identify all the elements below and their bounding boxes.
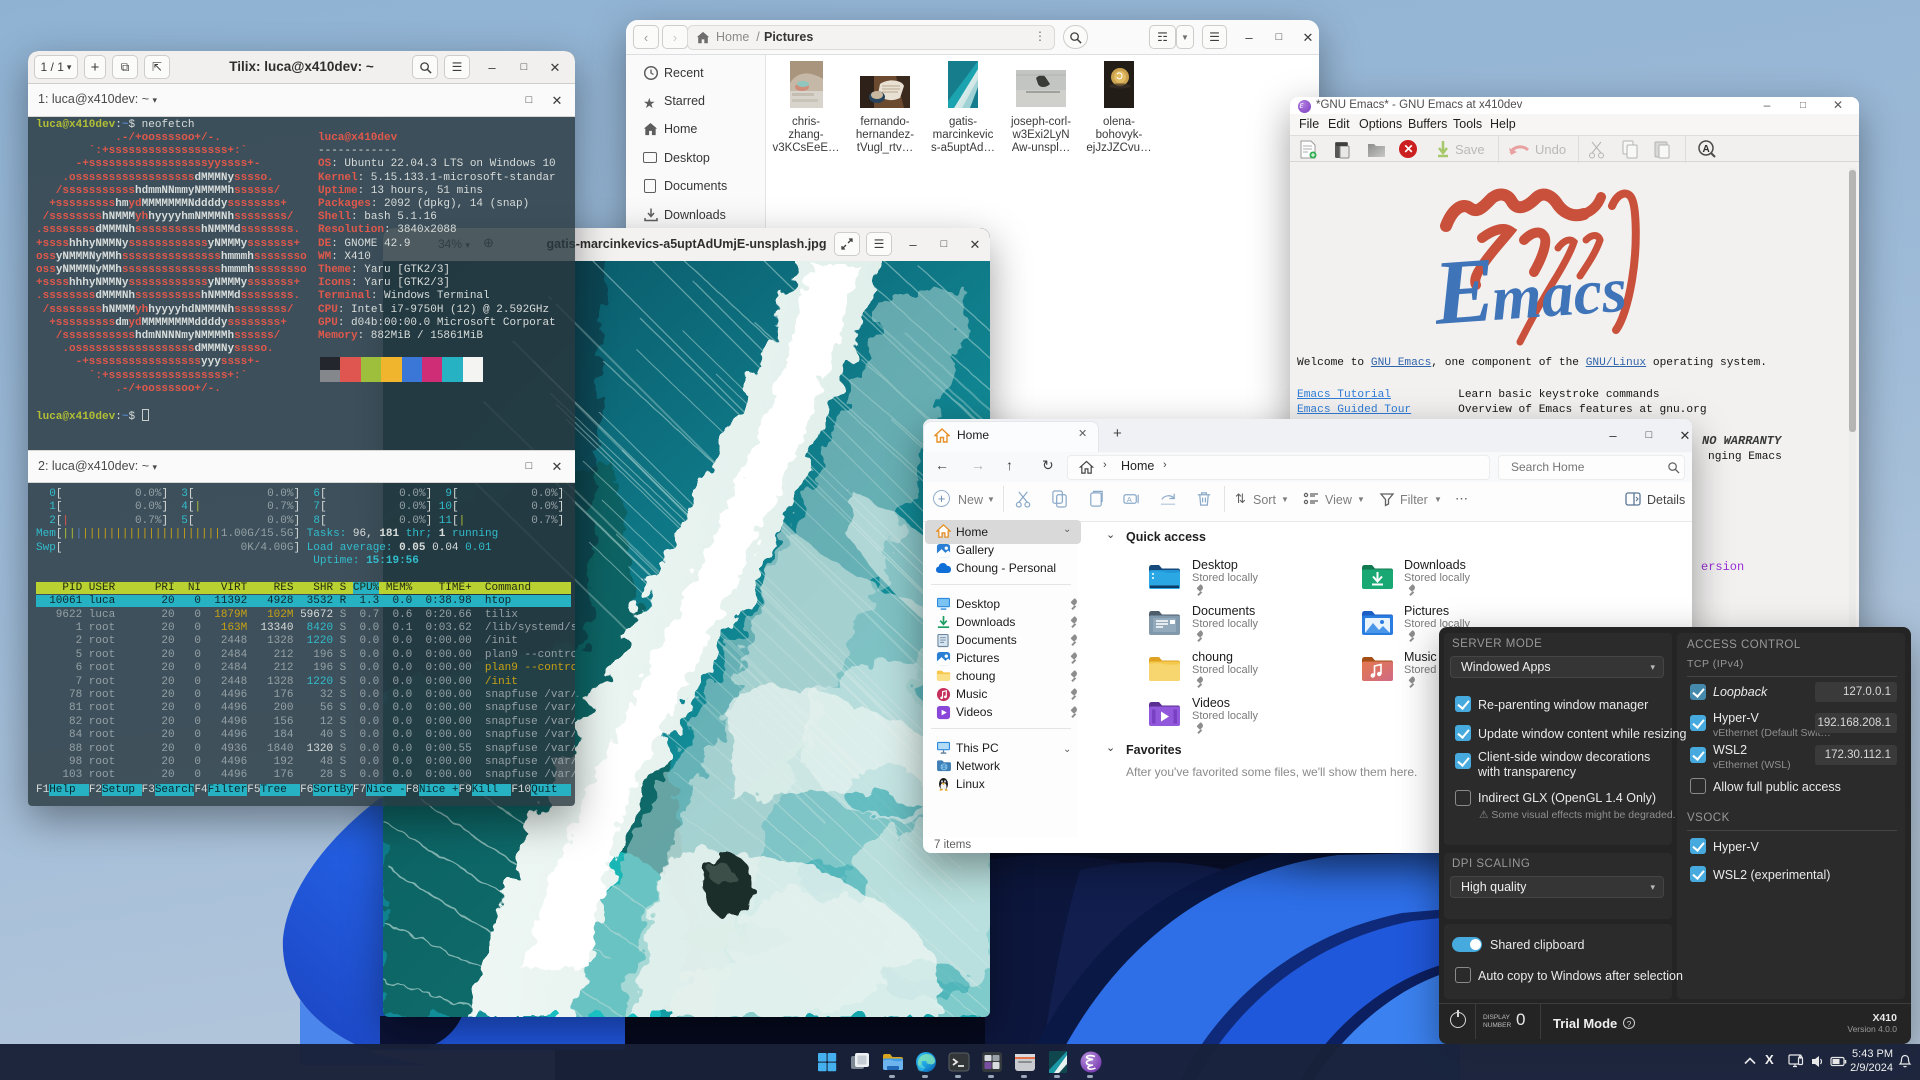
- svg-text:A: A: [1703, 144, 1710, 155]
- svg-text:A: A: [1127, 495, 1133, 504]
